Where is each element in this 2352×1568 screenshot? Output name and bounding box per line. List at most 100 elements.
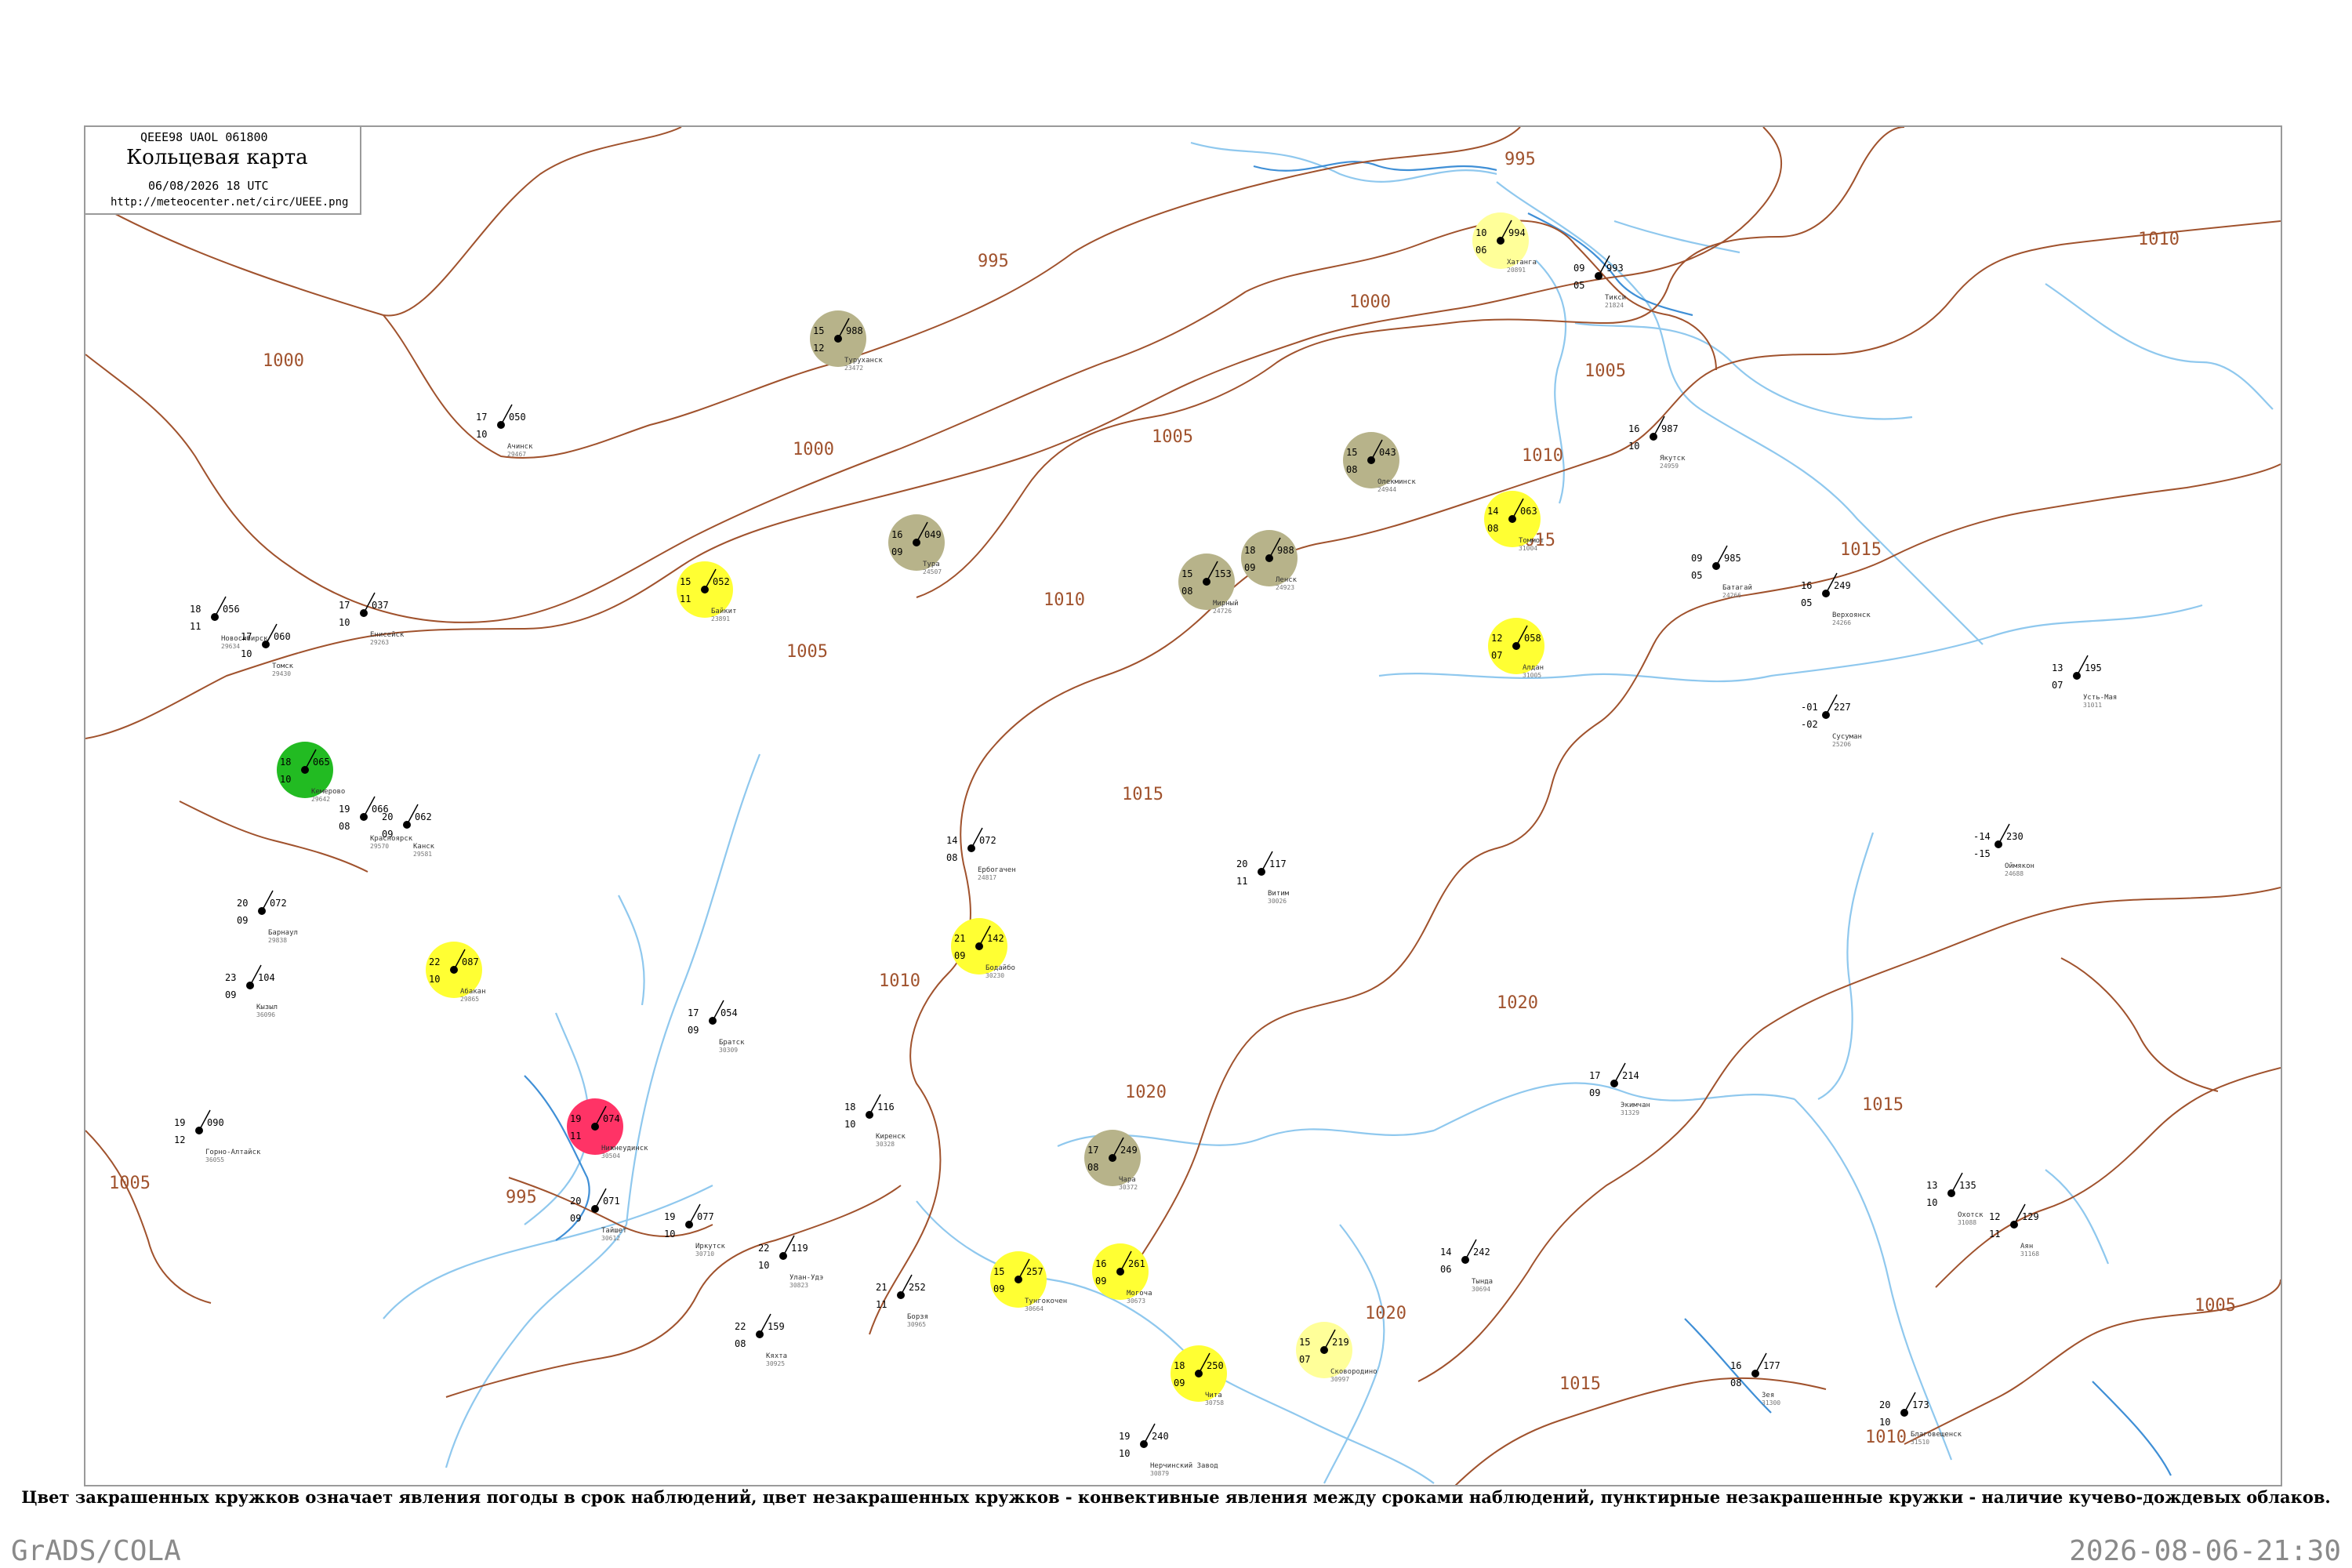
- station-index: 30504: [601, 1152, 620, 1160]
- station-index: 29838: [268, 937, 287, 944]
- station-24507[interactable]: 16 09 049 Тура24507: [888, 514, 945, 575]
- station-31011[interactable]: 13 07 195 Усть-Мая31011: [2052, 655, 2117, 709]
- station-pressure: 054: [720, 1007, 738, 1018]
- station-24688[interactable]: -14 -15 230 Оймякон24688: [1973, 823, 2034, 877]
- station-30664[interactable]: 15 09 257 Тунгокочен30664: [990, 1251, 1067, 1312]
- station-24817[interactable]: 14 08 072 Ербогачен24817: [946, 827, 1016, 881]
- station-index: 30879: [1150, 1470, 1169, 1477]
- station-dewpoint: 09: [688, 1025, 699, 1036]
- station-31005[interactable]: 12 07 058 Алдан31005: [1488, 618, 1544, 679]
- station-temperature: 17: [1589, 1070, 1600, 1081]
- station-pressure: 074: [603, 1113, 620, 1124]
- station-29642[interactable]: 18 10 065 Кемерово29642: [277, 742, 345, 803]
- station-29581[interactable]: 20 09 062 Канск29581: [382, 804, 435, 858]
- station-pressure: 104: [258, 972, 275, 983]
- station-pressure: 177: [1763, 1360, 1780, 1371]
- station-dewpoint: 11: [1989, 1229, 2000, 1240]
- station-name: Благовещенск: [1911, 1431, 1962, 1439]
- station-name: Могоча: [1127, 1290, 1152, 1298]
- station-dewpoint: 10: [241, 648, 252, 659]
- station-name: Кызыл: [256, 1004, 278, 1011]
- station-dewpoint: 08: [1087, 1162, 1098, 1173]
- station-24944[interactable]: 15 08 043 Олекминск24944: [1343, 432, 1416, 493]
- station-index: 24266: [1722, 592, 1741, 599]
- station-dewpoint: 11: [190, 621, 201, 632]
- station-30372[interactable]: 17 08 249 Чара30372: [1084, 1130, 1141, 1191]
- station-temperature: 15: [993, 1266, 1004, 1277]
- isobar-label: 1000: [263, 351, 304, 371]
- station-pressure: 052: [713, 576, 730, 587]
- station-29467[interactable]: 17 10 050 Ачинск29467: [476, 404, 533, 458]
- station-temperature: 19: [570, 1113, 581, 1124]
- station-23891[interactable]: 15 11 052 Байкит23891: [677, 561, 737, 622]
- station-30710[interactable]: 19 10 077 Иркутск30710: [664, 1203, 726, 1258]
- station-name: Ленск: [1276, 576, 1298, 584]
- station-index: 20891: [1507, 267, 1526, 274]
- station-30309[interactable]: 17 09 054 Братск30309: [688, 1000, 745, 1054]
- station-24959[interactable]: 16 10 987 Якутск24959: [1628, 416, 1686, 470]
- station-31004[interactable]: 14 08 063 Томмот31004: [1484, 491, 1544, 552]
- station-23472[interactable]: 15 12 988 Туруханск23472: [810, 310, 883, 372]
- station-dewpoint: 10: [476, 429, 487, 440]
- station-name: Канск: [413, 843, 435, 851]
- station-temperature: -01: [1801, 702, 1818, 713]
- station-30925[interactable]: 22 08 159 Кяхта30925: [735, 1313, 787, 1367]
- station-30230[interactable]: 21 09 142 Бодайбо30230: [951, 918, 1015, 979]
- station-dewpoint: 05: [1691, 570, 1702, 581]
- station-29430[interactable]: 17 10 060 Томск29430: [241, 623, 294, 677]
- station-24266[interactable]: 09 05 985 Батагай24266: [1691, 545, 1752, 599]
- station-30694[interactable]: 14 06 242 Тында30694: [1440, 1239, 1493, 1293]
- station-temperature: 22: [429, 956, 440, 967]
- station-29570[interactable]: 1908066Красноярск29570: [339, 796, 413, 850]
- station-24266[interactable]: 16 05 249 Верхоянск24266: [1801, 572, 1871, 626]
- station-29263[interactable]: 17 10 037 Енисейск29263: [339, 592, 405, 646]
- station-pressure: 087: [462, 956, 479, 967]
- station-index: 29430: [272, 670, 291, 677]
- isobar-label: 1015: [1559, 1374, 1601, 1394]
- station-index: 24726: [1213, 608, 1232, 615]
- station-36055[interactable]: 19 12 090 Горно-Алтайск36055: [174, 1109, 261, 1163]
- station-30965[interactable]: 21 11 252 Борзя30965: [876, 1274, 928, 1328]
- station-24923[interactable]: 18 09 988 Ленск24923: [1241, 530, 1298, 591]
- station-30328[interactable]: 18 10 116 Киренск30328: [844, 1094, 906, 1148]
- station-dewpoint: 08: [1346, 464, 1357, 475]
- station-30997[interactable]: 15 07 219 Сковородино30997: [1296, 1322, 1377, 1383]
- station-29634[interactable]: 1811056Новосибирск29634: [190, 596, 268, 650]
- station-index: 30230: [985, 972, 1004, 979]
- station-index: 30758: [1205, 1399, 1224, 1406]
- station-31168[interactable]: 12 11 129 Аян31168: [1989, 1203, 2039, 1258]
- station-index: 31005: [1523, 672, 1541, 679]
- station-pressure: 249: [1120, 1145, 1138, 1156]
- station-36096[interactable]: 23 09 104 Кызыл36096: [225, 964, 278, 1018]
- isobar-label: 1015: [1122, 785, 1163, 804]
- station-30758[interactable]: 18 09 250 Чита30758: [1171, 1345, 1227, 1406]
- station-30823[interactable]: 22 10 119 Улан-Удэ30823: [758, 1235, 823, 1289]
- isobar-label: 1010: [879, 971, 920, 991]
- station-temperature: 18: [1174, 1360, 1185, 1371]
- station-24726[interactable]: 15 08 153 Мирный24726: [1178, 554, 1239, 615]
- station-30026[interactable]: 20 11 117 Витим30026: [1236, 851, 1290, 905]
- station-dewpoint: 10: [429, 974, 440, 985]
- station-31088[interactable]: 13 10 135 Охотск31088: [1926, 1172, 1984, 1226]
- station-index: 29467: [507, 451, 526, 458]
- station-30504[interactable]: 19 11 074 Нижнеудинск30504: [567, 1098, 648, 1160]
- station-name: Мирный: [1213, 600, 1239, 608]
- station-index: 31088: [1958, 1219, 1976, 1226]
- station-index: 23891: [711, 615, 730, 622]
- isobar-label: 1005: [2194, 1296, 2236, 1316]
- isobar-label: 1000: [793, 440, 834, 459]
- station-name: Нерчинский Завод: [1150, 1462, 1218, 1470]
- station-index: 31300: [1762, 1399, 1780, 1406]
- station-temperature: 10: [1475, 227, 1486, 238]
- station-30879[interactable]: 19 10 240 Нерчинский Завод30879: [1119, 1423, 1218, 1477]
- station-29838[interactable]: 20 09 072 Барнаул29838: [237, 890, 298, 944]
- station-25206[interactable]: -01 -02 227 Сусуман25206: [1801, 694, 1862, 748]
- station-dewpoint: 09: [891, 546, 902, 557]
- station-dewpoint: 09: [954, 950, 965, 961]
- station-pressure: 985: [1724, 553, 1741, 564]
- station-temperature: 13: [1926, 1180, 1937, 1191]
- station-temperature: 12: [1491, 633, 1502, 644]
- map-url[interactable]: http://meteocenter.net/circ/UEEE.png: [111, 196, 348, 209]
- station-29865[interactable]: 22 10 087 Абакан29865: [426, 942, 486, 1003]
- station-name: Тунгокочен: [1025, 1298, 1067, 1305]
